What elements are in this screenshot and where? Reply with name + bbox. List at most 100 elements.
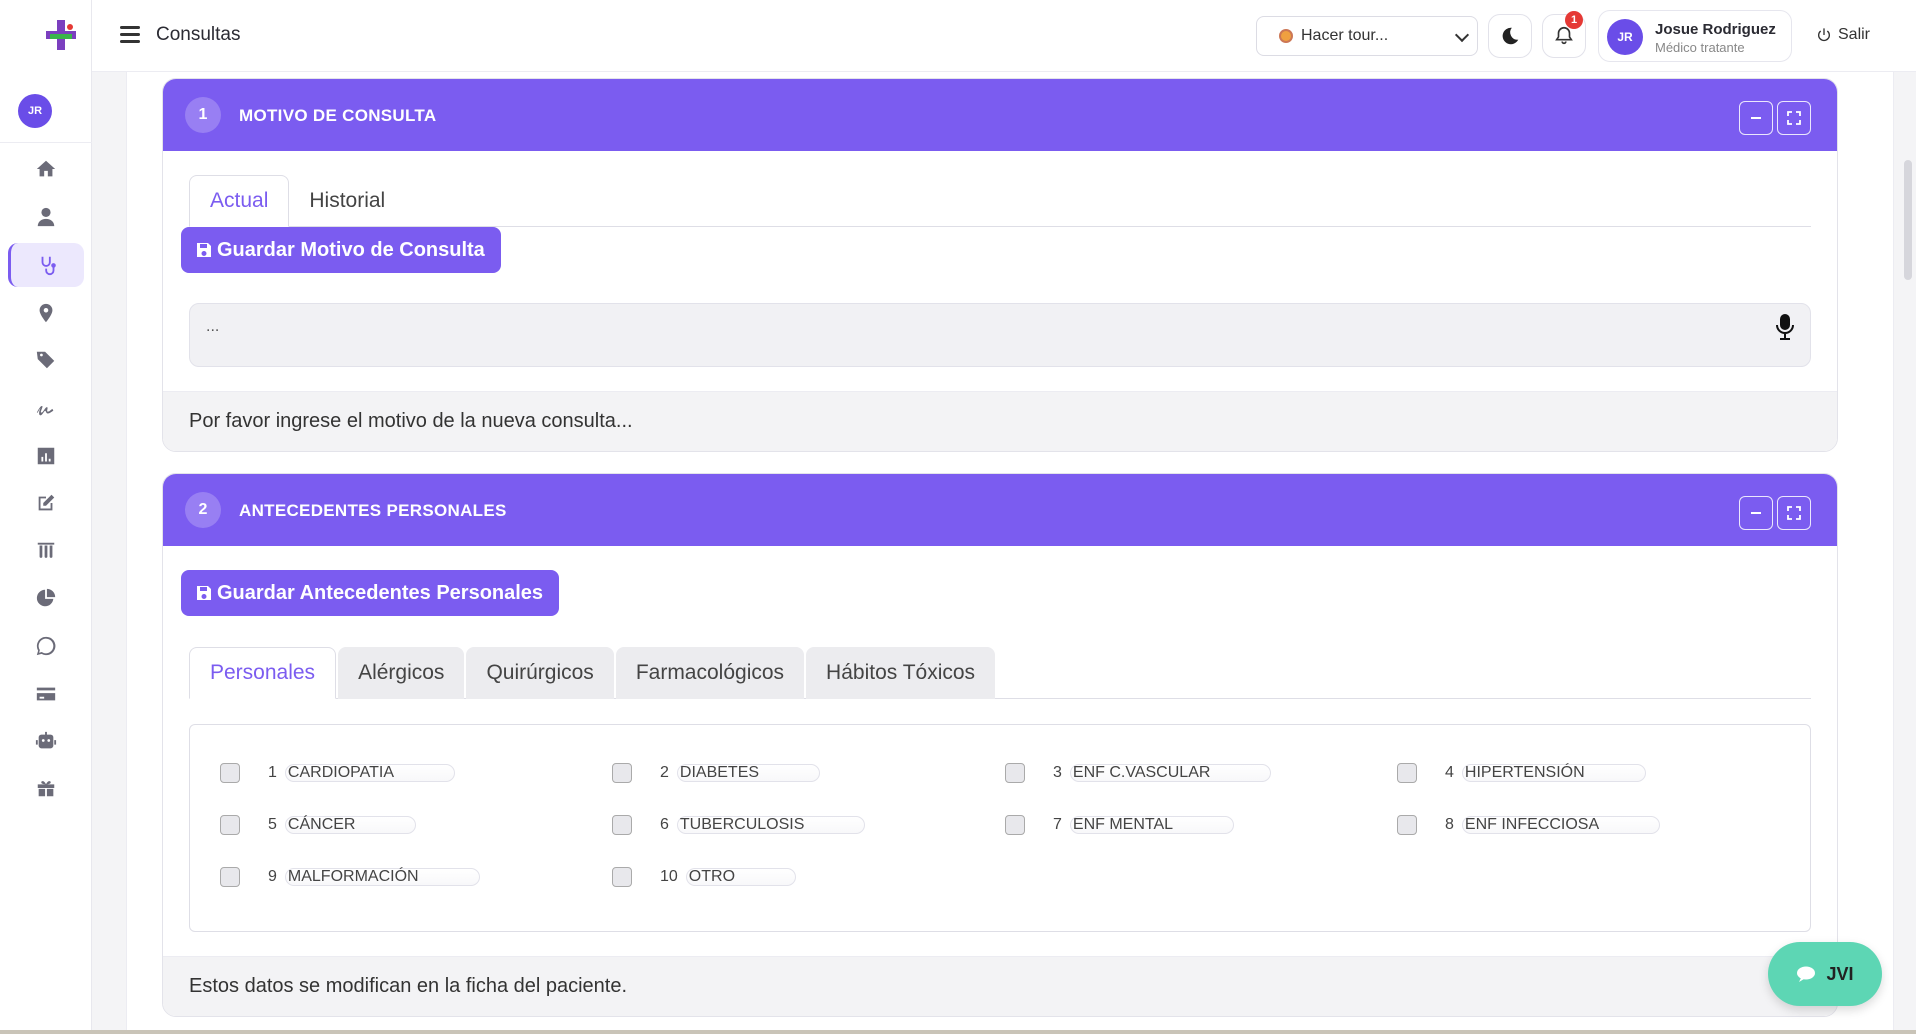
item-number: 8	[1445, 816, 1454, 833]
checkbox-cardiopatia[interactable]	[220, 763, 240, 783]
dark-mode-toggle[interactable]	[1488, 14, 1532, 58]
microphone-icon[interactable]	[1774, 312, 1796, 342]
tab-habitos-toxicos[interactable]: Hábitos Tóxicos	[806, 647, 996, 699]
motivo-footer: Por favor ingrese el motivo de la nueva …	[163, 391, 1837, 451]
fullscreen-icon	[1787, 111, 1801, 125]
section-title: MOTIVO DE CONSULTA	[239, 106, 437, 125]
logout-button[interactable]: Salir	[1816, 26, 1870, 44]
map-marker-icon	[39, 303, 53, 323]
list-item: 5 CÁNCER	[220, 815, 417, 835]
gift-icon	[37, 781, 55, 797]
item-number: 6	[660, 816, 669, 833]
item-label: ENF MENTAL	[1069, 816, 1235, 834]
item-label: ENF C.VASCULAR	[1069, 764, 1272, 782]
scrollbar-thumb[interactable]	[1904, 160, 1912, 280]
list-item: 10 OTRO	[612, 867, 797, 887]
sidebar-item-gifts[interactable]	[8, 766, 84, 810]
sidebar-item-home[interactable]	[8, 147, 84, 191]
save-antecedentes-label: Guardar Antecedentes Personales	[217, 581, 544, 604]
tags-icon	[36, 351, 55, 369]
pie-chart-icon	[36, 588, 56, 607]
sidebar-item-lab[interactable]	[8, 529, 84, 573]
checkbox-enf-mental[interactable]	[1005, 815, 1025, 835]
sidebar: JR	[0, 0, 92, 1034]
item-number: 1	[268, 764, 277, 781]
chat-assistant-button[interactable]: JVI	[1768, 942, 1882, 1006]
list-item: 2 DIABETES	[612, 763, 821, 783]
section-number: 1	[185, 97, 221, 133]
chat-label: JVI	[1826, 963, 1854, 984]
collapse-button[interactable]	[1739, 496, 1773, 530]
app-logo[interactable]	[44, 18, 78, 52]
minus-icon	[1751, 117, 1761, 119]
checkbox-diabetes[interactable]	[612, 763, 632, 783]
expand-button[interactable]	[1777, 496, 1811, 530]
checkbox-hipertension[interactable]	[1397, 763, 1417, 783]
antecedentes-card-header: 2 ANTECEDENTES PERSONALES	[163, 474, 1837, 546]
sidebar-item-whatsapp[interactable]	[8, 624, 84, 668]
tour-select[interactable]: Hacer tour...	[1256, 16, 1478, 56]
credit-card-icon	[36, 687, 56, 701]
item-label: HIPERTENSIÓN	[1461, 764, 1646, 782]
tab-historial[interactable]: Historial	[289, 175, 405, 227]
checkbox-malformacion[interactable]	[220, 867, 240, 887]
checkbox-cancer[interactable]	[220, 815, 240, 835]
section-number: 2	[185, 492, 221, 528]
item-number: 7	[1053, 816, 1062, 833]
list-item: 3 ENF C.VASCULAR	[1005, 763, 1272, 783]
list-item: 1 CARDIOPATIA	[220, 763, 455, 783]
sidebar-item-locations[interactable]	[8, 291, 84, 335]
item-number: 10	[660, 868, 678, 885]
item-label: MALFORMACIÓN	[284, 868, 480, 886]
section-title: ANTECEDENTES PERSONALES	[239, 501, 507, 520]
checkbox-tuberculosis[interactable]	[612, 815, 632, 835]
item-label: OTRO	[685, 868, 797, 886]
tab-farmacologicos[interactable]: Farmacológicos	[615, 647, 805, 699]
notification-badge: 1	[1565, 11, 1583, 29]
save-motivo-button[interactable]: Guardar Motivo de Consulta	[181, 227, 501, 273]
item-number: 3	[1053, 764, 1062, 781]
expand-button[interactable]	[1777, 101, 1811, 135]
save-icon	[197, 586, 211, 600]
sidebar-item-edit[interactable]	[8, 481, 84, 525]
tab-personales[interactable]: Personales	[189, 647, 337, 699]
sidebar-item-stats[interactable]	[8, 576, 84, 620]
chevron-down-icon	[1454, 27, 1470, 43]
power-icon	[1818, 28, 1830, 42]
tab-actual[interactable]: Actual	[189, 175, 290, 227]
item-label: CARDIOPATIA	[284, 764, 455, 782]
antecedentes-card: 2 ANTECEDENTES PERSONALES Guardar Antece…	[162, 473, 1838, 1017]
antecedentes-checklist: 1 CARDIOPATIA 2 DIABETES 3 ENF C.VASCULA…	[189, 724, 1811, 932]
checkbox-enf-cvascular[interactable]	[1005, 763, 1025, 783]
sidebar-item-consultas[interactable]	[8, 243, 84, 287]
item-label: CÁNCER	[284, 816, 417, 834]
save-antecedentes-button[interactable]: Guardar Antecedentes Personales	[181, 570, 560, 616]
sidebar-avatar[interactable]: JR	[18, 94, 52, 128]
item-label: ENF INFECCIOSA	[1461, 816, 1661, 834]
checkbox-otro[interactable]	[612, 867, 632, 887]
user-menu[interactable]: JR Josue Rodriguez Médico tratante	[1598, 10, 1792, 62]
moon-icon	[1502, 27, 1519, 45]
sidebar-item-bot[interactable]	[8, 719, 84, 763]
page-title: Consultas	[156, 24, 241, 45]
signature-icon	[36, 405, 54, 416]
motivo-textarea[interactable]: ...	[189, 303, 1811, 367]
collapse-button[interactable]	[1739, 101, 1773, 135]
tab-quirurgicos[interactable]: Quirúrgicos	[466, 647, 614, 699]
checkbox-enf-infecciosa[interactable]	[1397, 815, 1417, 835]
notifications-button[interactable]: 1	[1542, 11, 1586, 58]
menu-toggle-icon[interactable]	[120, 26, 140, 44]
tab-alergicos[interactable]: Alérgicos	[338, 647, 465, 699]
sidebar-item-billing[interactable]	[8, 672, 84, 716]
antecedentes-footer: Estos datos se modifican en la ficha del…	[163, 956, 1837, 1016]
sidebar-item-patients[interactable]	[8, 195, 84, 239]
sidebar-item-signature[interactable]	[8, 386, 84, 430]
sidebar-item-tags[interactable]	[8, 338, 84, 382]
motivo-text-value: ...	[206, 318, 220, 335]
sidebar-item-reports[interactable]	[8, 434, 84, 478]
item-number: 5	[268, 816, 277, 833]
fullscreen-icon	[1787, 506, 1801, 520]
item-label: TUBERCULOSIS	[676, 816, 866, 834]
edit-icon	[38, 494, 55, 511]
compass-icon	[1279, 29, 1293, 43]
